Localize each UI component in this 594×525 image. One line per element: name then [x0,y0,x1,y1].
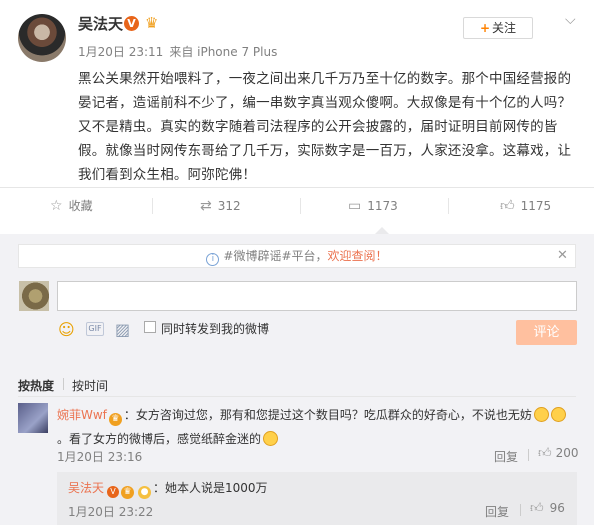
verified-icon: V [124,16,139,31]
thumbs-up-icon: 👍︎ [530,501,544,516]
star-icon: ☆ [50,198,63,214]
comment-time: 1月20日 23:16 [57,450,143,464]
post-meta: 1月20日 23:11 来自 iPhone 7 Plus [78,43,283,60]
sort-by-time[interactable]: 按时间 [72,377,108,394]
emoji-icon[interactable]: ☺ [58,320,75,339]
divider [0,187,594,188]
verified-icon: V [107,486,120,498]
divider [448,198,449,214]
image-icon[interactable]: ▨ [115,320,130,339]
thumbs-up-icon: 👍︎ [500,198,515,214]
vip-crown-icon: ♛ [145,14,159,32]
follow-label: 关注 [492,21,517,35]
comment-count: 1173 [367,199,398,213]
favorite-button[interactable]: ☆ 收藏 [50,197,93,215]
vip-badge-icon: ♛ [108,413,122,426]
sub-comment-like-count: 96 [549,501,565,515]
like-count: 1175 [520,199,552,213]
chevron-down-icon[interactable]: ⌵ [565,12,576,28]
laugh-cry-emoji-icon [533,407,549,422]
comment-text-part2: 。看了女方的微博后，感觉纸醉金迷的 [57,432,262,446]
comment-button[interactable]: ▭ 1173 [348,197,398,215]
commenter-avatar[interactable] [18,403,48,433]
divider [300,198,301,214]
repost-count: 312 [217,199,241,213]
post-source: 来自 iPhone 7 Plus [169,45,278,59]
notice-link[interactable]: 欢迎查阅！ [328,249,388,263]
favorite-label: 收藏 [68,199,93,213]
comment-input[interactable] [57,281,577,311]
laugh-cry-emoji-icon [550,407,566,422]
divider [528,449,529,461]
author-name[interactable]: 吴法天 [78,13,123,34]
comment-like-count: 200 [555,446,579,460]
post-time[interactable]: 1月20日 23:11 [78,45,163,59]
close-icon[interactable]: ✕ [557,248,568,263]
follow-button[interactable]: + 关注 [463,17,533,39]
repost-checkbox[interactable] [144,321,156,333]
notice-text[interactable]: #微博辟谣#平台， [223,249,327,263]
gif-icon[interactable]: GIF [86,322,104,336]
sub-comment-text: 吴法天 V ♛ ● ：她本人说是1000万 [68,479,268,499]
vip-badge-icon: ♛ [121,486,135,499]
sub-comment-content: ：她本人说是1000万 [153,481,268,495]
drool-emoji-icon [263,431,279,446]
post-text: 黑公关果然开始喂料了，一夜之间出来几千万乃至十亿的数字。那个中国经营报的晏记者，… [78,71,572,183]
sub-commenter-name[interactable]: 吴法天 [68,481,104,495]
my-avatar [19,281,49,311]
commenter-name[interactable]: 婉菲Wwf [57,408,107,422]
repost-icon: ⇄ [200,198,212,214]
comment-icon: ▭ [348,198,362,214]
sub-comment-like-button[interactable]: 👍︎ 96 [530,501,565,516]
divider [152,198,153,214]
divider [520,504,521,516]
medal-icon: ● [138,486,152,499]
rumor-notice: i #微博辟谣#平台，欢迎查阅！ [18,244,576,268]
divider [18,396,576,397]
repost-button[interactable]: ⇄ 312 [200,197,241,215]
comment-like-button[interactable]: 👍︎ 200 [538,446,579,461]
divider [63,378,64,390]
plus-icon: + [479,21,491,35]
reply-button[interactable]: 回复 [494,448,518,465]
repost-checkbox-label: 同时转发到我的微博 [161,322,270,336]
author-avatar[interactable] [18,14,66,62]
panel-pointer [375,227,389,234]
sort-by-hot[interactable]: 按热度 [18,377,54,394]
sub-reply-button[interactable]: 回复 [485,503,509,520]
thumbs-up-icon: 👍︎ [538,446,552,461]
sub-comment-time: 1月20日 23:22 [68,505,154,519]
like-button[interactable]: 👍︎ 1175 [500,197,551,215]
submit-comment-button[interactable]: 评论 [516,320,577,345]
comment-text: 婉菲Wwf ♛ ：女方咨询过您，那有和您提过这个数目吗？吃瓜群众的好奇心，不说也无妨… [57,403,577,451]
comment-text-part1: ：女方咨询过您，那有和您提过这个数目吗？吃瓜群众的好奇心，不说也无妨 [123,408,532,422]
info-icon: i [206,253,220,266]
